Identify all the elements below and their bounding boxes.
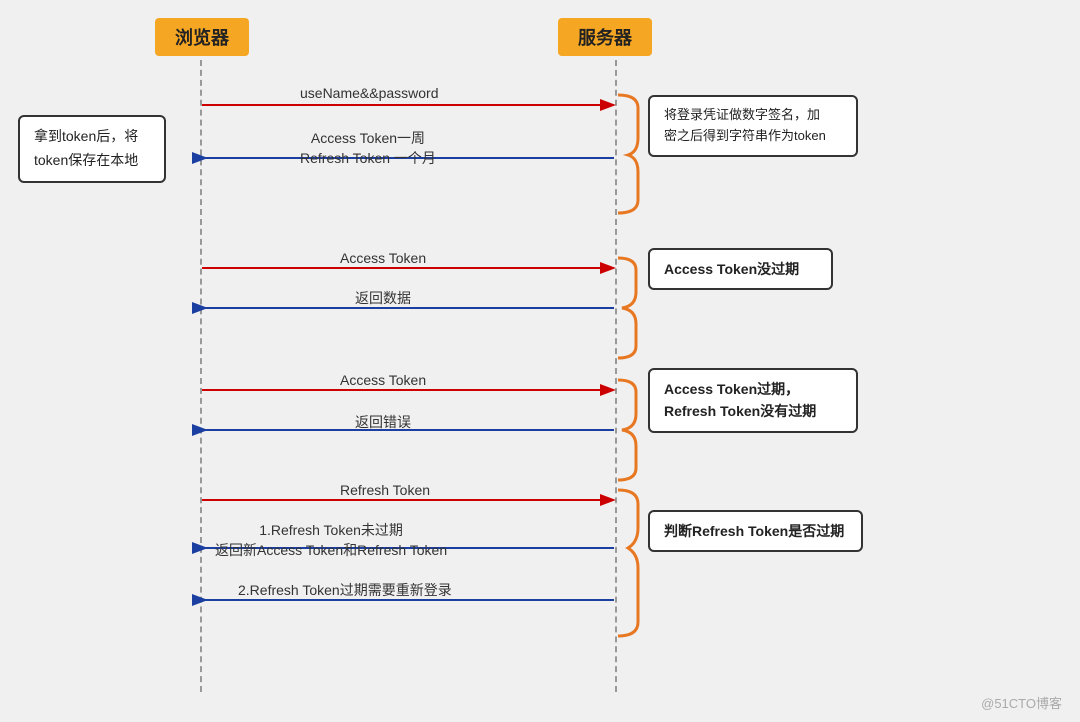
server-text-1: 将登录凭证做数字签名，加密之后得到字符串作为token bbox=[664, 107, 826, 143]
arrow-label-5: Access Token bbox=[340, 372, 426, 388]
server-text-4: 判断Refresh Token是否过期 bbox=[664, 523, 844, 539]
arrow-label-9: 2.Refresh Token过期需要重新登录 bbox=[238, 580, 452, 600]
arrow-label-3: Access Token bbox=[340, 250, 426, 266]
browser-label: 浏览器 bbox=[175, 28, 229, 48]
arrow-label-6: 返回错误 bbox=[355, 412, 411, 432]
browser-dotted-line bbox=[200, 60, 202, 692]
watermark: @51CTO博客 bbox=[981, 693, 1062, 712]
server-text-2: Access Token没过期 bbox=[664, 261, 799, 277]
server-text-3: Access Token过期，Refresh Token没有过期 bbox=[664, 381, 816, 419]
server-box-1: 将登录凭证做数字签名，加密之后得到字符串作为token bbox=[648, 95, 858, 157]
local-storage-box: 拿到token后，将token保存在本地 bbox=[18, 115, 166, 183]
arrow-label-7: Refresh Token bbox=[340, 482, 430, 498]
local-storage-text: 拿到token后，将token保存在本地 bbox=[34, 128, 138, 168]
browser-header: 浏览器 bbox=[155, 18, 249, 56]
arrow-label-8: 1.Refresh Token未过期返回新Access Token和Refres… bbox=[215, 520, 447, 560]
server-header: 服务器 bbox=[558, 18, 652, 56]
arrow-label-2: Access Token一周Refresh Token 一个月 bbox=[300, 128, 436, 168]
server-box-4: 判断Refresh Token是否过期 bbox=[648, 510, 863, 552]
server-box-3: Access Token过期，Refresh Token没有过期 bbox=[648, 368, 858, 433]
diagram-container: 浏览器 服务器 拿到token后，将token保存在本地 将登录凭证做数字签名，… bbox=[0, 0, 1080, 722]
server-dotted-line bbox=[615, 60, 617, 692]
server-label: 服务器 bbox=[578, 28, 632, 48]
arrows-svg bbox=[0, 0, 1080, 722]
arrow-label-4: 返回数据 bbox=[355, 288, 411, 308]
arrow-label-1: useName&&password bbox=[300, 85, 439, 101]
server-box-2: Access Token没过期 bbox=[648, 248, 833, 290]
